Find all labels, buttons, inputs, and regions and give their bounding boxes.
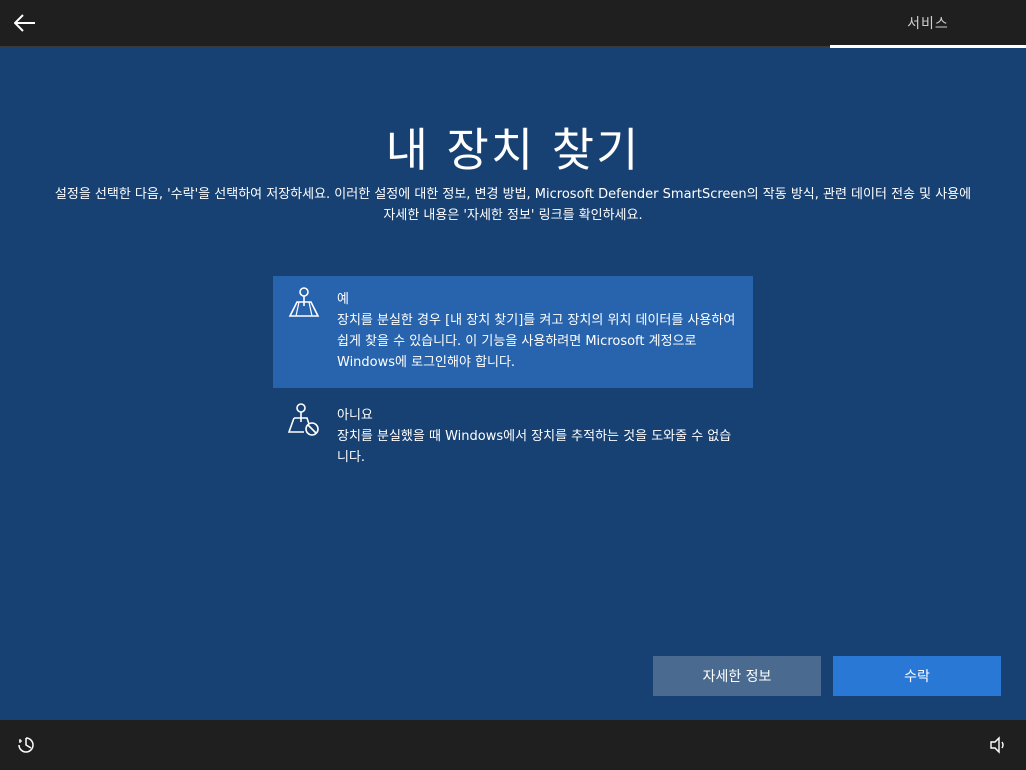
location-blocked-icon	[287, 403, 319, 436]
accept-button[interactable]: 수락	[833, 656, 1001, 696]
more-info-button[interactable]: 자세한 정보	[653, 656, 821, 696]
volume-icon[interactable]	[989, 735, 1009, 755]
bottom-bar	[0, 720, 1026, 770]
option-yes-description: 장치를 분실한 경우 [내 장치 찾기]를 켜고 장치의 위치 데이터를 사용하…	[337, 313, 736, 370]
option-no-title: 아니요	[337, 408, 373, 423]
page-title: 내 장치 찾기	[385, 123, 641, 177]
back-button[interactable]	[10, 8, 40, 38]
location-map-icon	[288, 287, 320, 317]
tab-services[interactable]: 서비스	[830, 0, 1026, 46]
ease-of-access-icon[interactable]	[16, 735, 36, 755]
page-description: 설정을 선택한 다음, '수락'을 선택하여 저장하세요. 이러한 설정에 대한…	[54, 187, 972, 223]
option-no[interactable]: 아니요 장치를 분실했을 때 Windows에서 장치를 추적하는 것을 도와줄…	[273, 392, 753, 474]
back-arrow-icon	[14, 14, 35, 32]
option-no-description: 장치를 분실했을 때 Windows에서 장치를 추적하는 것을 도와줄 수 없…	[337, 429, 732, 465]
option-yes-title: 예	[337, 292, 349, 307]
top-bar: 서비스	[0, 0, 1026, 46]
main-content: 내 장치 찾기 설정을 선택한 다음, '수락'을 선택하여 저장하세요. 이러…	[0, 48, 1026, 720]
option-yes[interactable]: 예 장치를 분실한 경우 [내 장치 찾기]를 켜고 장치의 위치 데이터를 사…	[273, 276, 753, 388]
